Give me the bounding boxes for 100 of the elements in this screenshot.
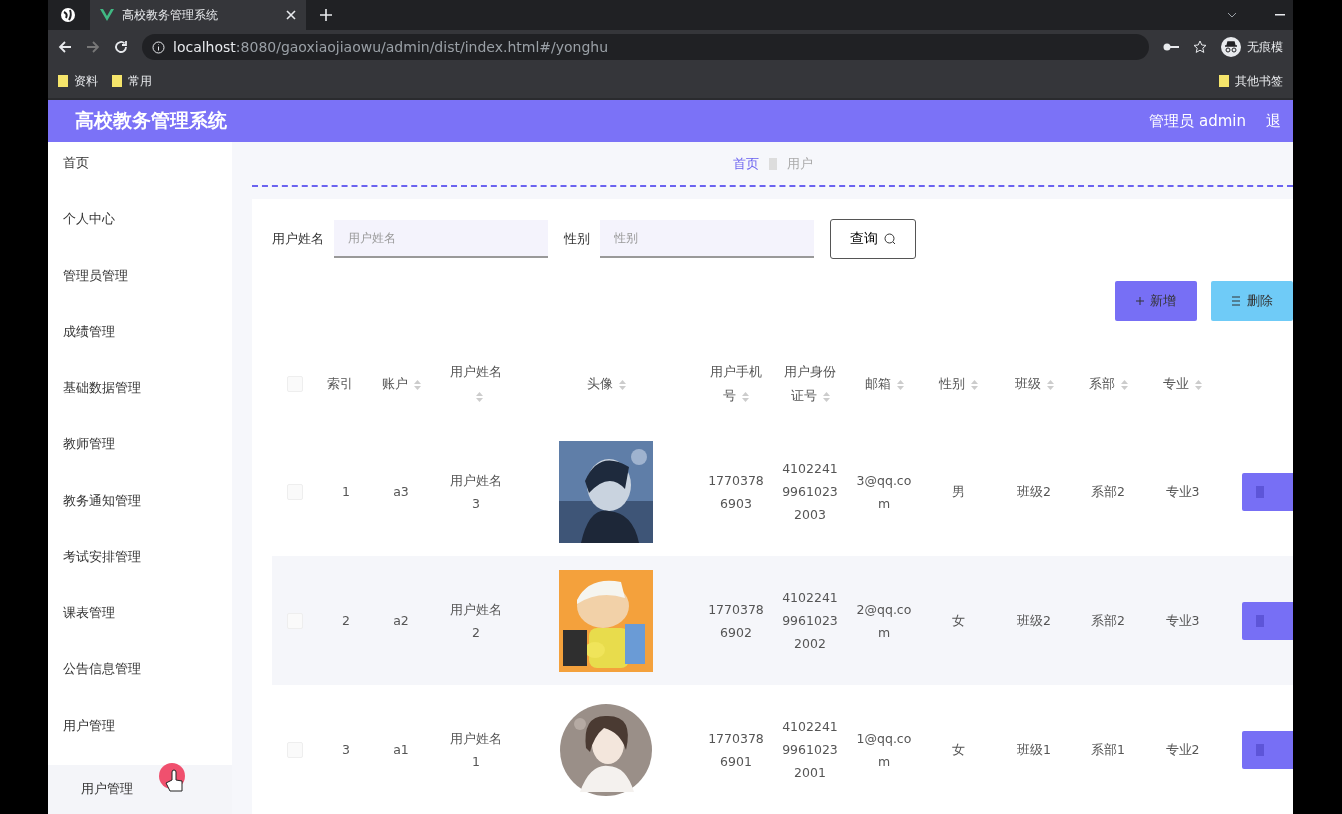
column-header[interactable]: 班级 (997, 372, 1071, 396)
row-action-button[interactable] (1242, 601, 1293, 640)
query-button[interactable]: 查询 (830, 219, 916, 259)
table-cell-text: a1 (392, 741, 410, 759)
table-cell-text: 17703786903 (708, 471, 764, 513)
column-header[interactable]: 用户手机号 (700, 360, 772, 408)
profile-label[interactable]: 无痕模 (1247, 38, 1283, 56)
table-cell-text: 2@qq.com (856, 600, 912, 642)
table-cell-text: 专业3 (1164, 483, 1201, 501)
table-cell-text: 410224199610232001 (782, 718, 838, 782)
search-field[interactable]: 用户姓名 (334, 220, 548, 258)
table-cell-text: 1@qq.com (856, 729, 912, 771)
table-cell-text: 女 (951, 612, 966, 630)
column-header[interactable]: 头像 (512, 372, 700, 396)
list-icon (1231, 296, 1241, 306)
table-cell-text: 用户姓名2 (449, 600, 503, 642)
row-action-button[interactable] (1242, 730, 1293, 769)
star-icon[interactable] (1193, 40, 1207, 54)
reload-icon[interactable] (114, 40, 128, 54)
back-icon[interactable] (58, 40, 72, 54)
menu-item[interactable]: 公告信息管理 (48, 660, 232, 717)
sort-icon[interactable] (896, 379, 904, 390)
menu-item[interactable]: 教务通知管理 (48, 491, 232, 548)
forward-icon[interactable] (86, 40, 100, 54)
menu-item[interactable]: 成绩管理 (48, 322, 232, 379)
sort-icon[interactable] (475, 391, 483, 402)
incognito-icon[interactable] (1221, 37, 1241, 57)
table-cell-text: 17703786902 (708, 600, 764, 642)
user-label: 管理员 admin (1149, 111, 1246, 131)
menu-item[interactable]: 教师管理 (48, 435, 232, 492)
table-cell-text: 班级1 (1016, 741, 1052, 759)
table-cell-text: 2 (341, 612, 351, 630)
table-cell-text: 3@qq.com (856, 471, 912, 513)
info-icon (152, 40, 165, 54)
table-cell-text: 班级2 (1016, 612, 1052, 630)
table-cell-text: a2 (392, 612, 410, 630)
menu-item[interactable]: 管理员管理 (48, 266, 232, 323)
table-cell-text: 410224199610232003 (782, 460, 838, 524)
plus-icon (1136, 297, 1144, 305)
row-action-button[interactable] (1242, 472, 1293, 511)
separator-icon (768, 157, 777, 170)
column-header[interactable]: 用户姓名 (440, 360, 512, 408)
table-cell-text: 系部2 (1090, 483, 1126, 501)
table-cell-text: 用户姓名3 (449, 471, 503, 513)
column-header[interactable]: 用户身份证号 (772, 360, 848, 408)
key-icon[interactable] (1163, 42, 1179, 52)
globe-icon (60, 7, 76, 23)
column-header[interactable]: 系部 (1071, 372, 1145, 396)
sort-icon[interactable] (1195, 379, 1202, 390)
bar-icon (1256, 614, 1264, 627)
browser-tab[interactable]: 高校教务管理系统 (90, 0, 306, 30)
minimize-icon[interactable] (1275, 14, 1285, 16)
sort-icon[interactable] (1120, 379, 1128, 390)
submenu-item[interactable]: 用户管理 (48, 764, 232, 814)
table-cell-text: 专业2 (1164, 741, 1201, 759)
chevron-down-icon[interactable] (1227, 12, 1237, 18)
column-header[interactable]: 专业 (1145, 372, 1220, 396)
table-cell-text: 女 (951, 741, 966, 759)
field-label: 性别 (564, 230, 590, 248)
sort-icon[interactable] (413, 379, 421, 390)
column-header[interactable]: 邮箱 (848, 372, 920, 396)
table-cell-text: 用户姓名1 (449, 729, 503, 771)
table-cell-text: 系部1 (1090, 741, 1126, 759)
sort-icon[interactable] (971, 379, 978, 390)
column-header[interactable]: 账户 (362, 372, 440, 396)
logout-link[interactable]: 退 (1266, 111, 1281, 131)
column-header[interactable]: 性别 (920, 372, 997, 396)
table-cell-text: 专业3 (1164, 612, 1201, 630)
column-header[interactable]: 索引 (318, 372, 362, 396)
search-icon (884, 233, 896, 245)
table-cell-text: 410224199610232002 (782, 589, 838, 653)
close-icon[interactable] (286, 10, 296, 20)
sort-icon[interactable] (618, 379, 626, 390)
menu-item[interactable]: 基础数据管理 (48, 379, 232, 436)
bookmark[interactable]: 资料 (58, 72, 98, 90)
app-title: 高校教务管理系统 (75, 108, 228, 133)
field-label: 用户姓名 (272, 230, 324, 248)
vue-logo-icon (100, 9, 114, 21)
menu-item[interactable]: 课表管理 (48, 604, 232, 661)
delete-button[interactable]: 删除 (1211, 281, 1293, 321)
table-cell-text: 系部2 (1090, 612, 1126, 630)
table-cell-text: 1 (341, 483, 351, 501)
menu-item[interactable]: 首页 (48, 154, 232, 211)
sort-icon[interactable] (822, 391, 830, 402)
table-cell-text: 班级2 (1016, 483, 1052, 501)
breadcrumb-item[interactable]: 首页 (732, 154, 759, 173)
new-tab-icon[interactable] (320, 9, 332, 21)
bookmark[interactable]: 常用 (112, 72, 152, 90)
table-cell-text: 男 (951, 483, 966, 501)
bookmark[interactable]: 其他书签 (1219, 72, 1283, 90)
search-field[interactable]: 性别 (600, 220, 814, 258)
bar-icon (1256, 485, 1264, 498)
menu-item[interactable]: 个人中心 (48, 210, 232, 267)
table-cell-text: 3 (341, 741, 351, 759)
sort-icon[interactable] (742, 391, 749, 402)
address-bar[interactable]: localhost:8080/gaoxiaojiaowu/admin/dist/index.html#/yonghu (142, 34, 1149, 60)
breadcrumb-item: 用户 (786, 154, 813, 173)
sort-icon[interactable] (1046, 379, 1054, 390)
table-cell-text: 17703786901 (708, 729, 764, 771)
menu-item[interactable]: 考试安排管理 (48, 547, 232, 604)
